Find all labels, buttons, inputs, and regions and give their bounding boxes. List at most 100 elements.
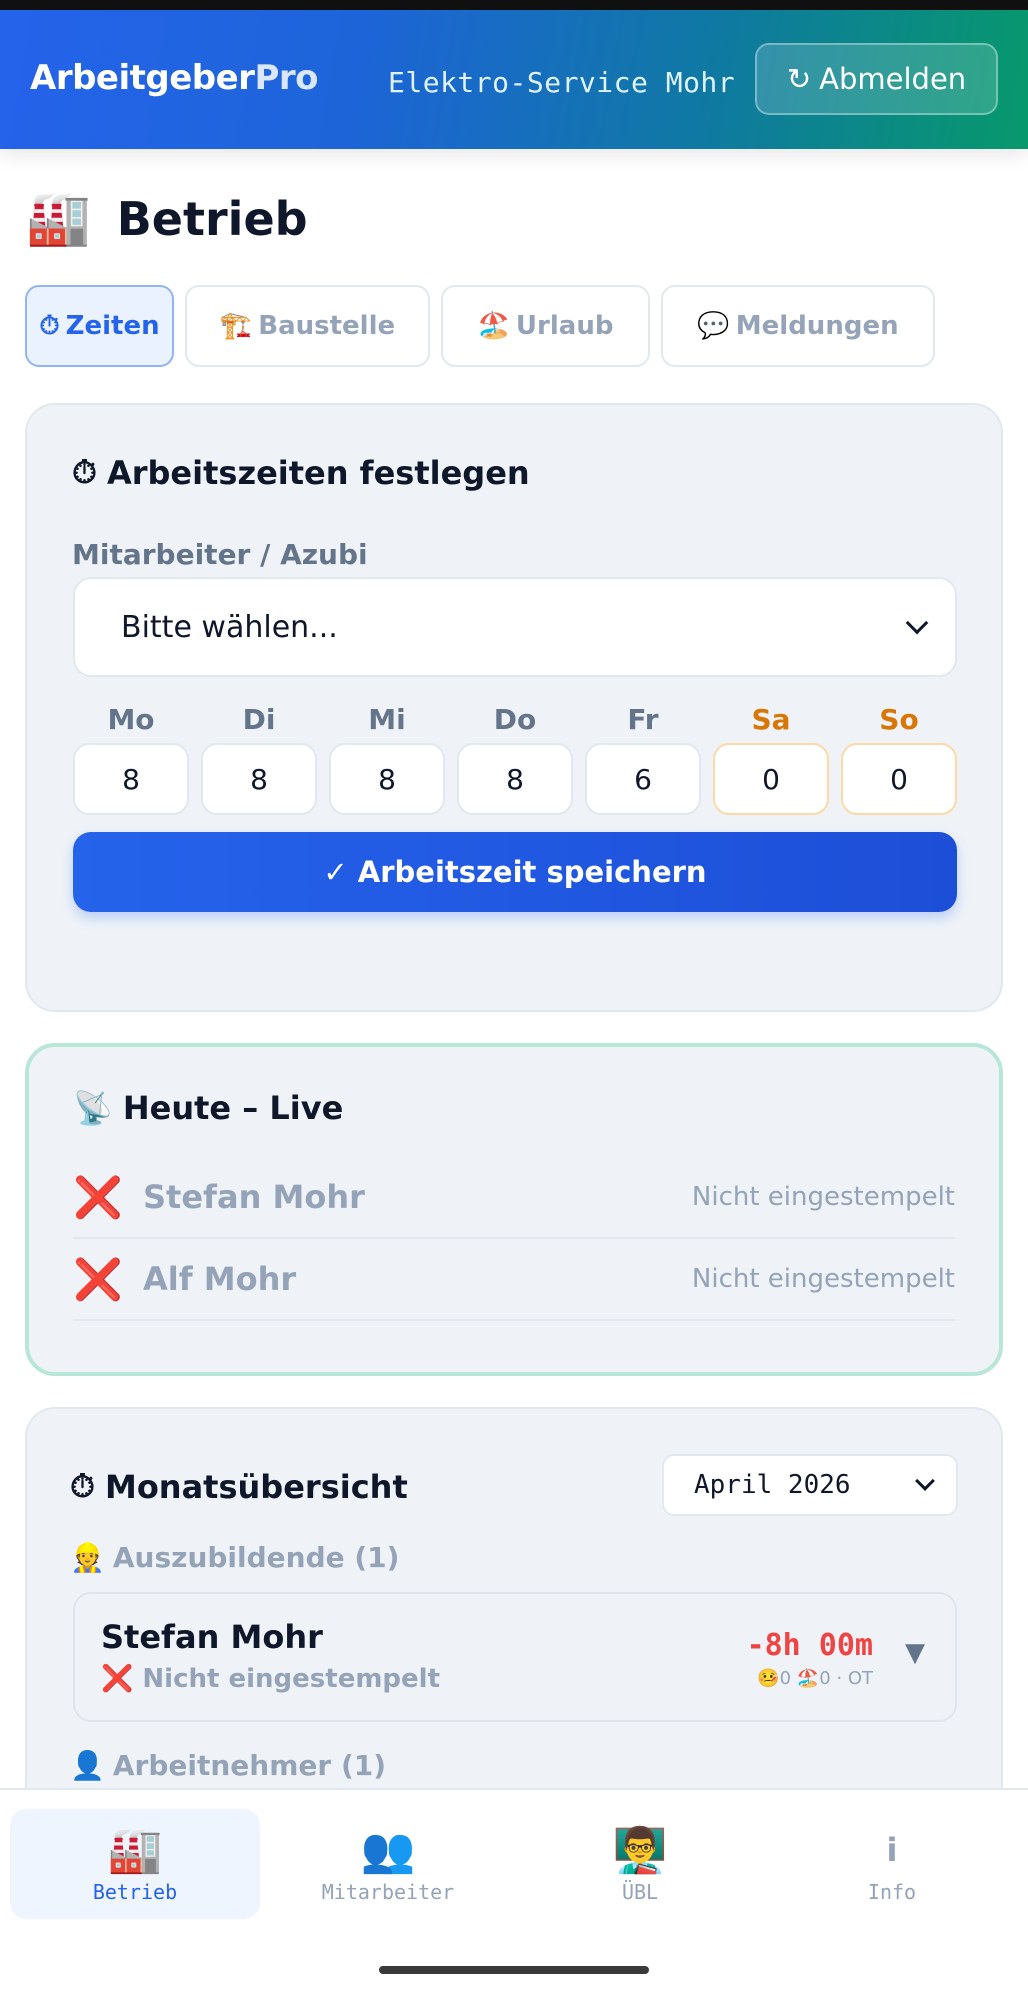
brand-main: Arbeitgeber (30, 58, 255, 98)
speech-bubble-icon: 💬 (697, 311, 730, 341)
live-status: Nicht eingestempelt (691, 1264, 955, 1294)
nav-mitarbeiter[interactable]: 👥 Mitarbeiter (263, 1809, 513, 1919)
tab-label: Zeiten (65, 311, 160, 341)
hours-input-fr[interactable]: 6 (585, 743, 701, 815)
tab-baustelle[interactable]: 🏗️ Baustelle (185, 285, 430, 367)
live-row: ❌ Alf Mohr Nicht eingestempelt (73, 1239, 955, 1321)
cross-icon: ❌ (73, 1174, 123, 1221)
month-select-value: April 2026 (694, 1470, 851, 1500)
status-bar (0, 0, 1028, 10)
live-card: 📡 Heute – Live ❌ Stefan Mohr Nicht einge… (25, 1043, 1003, 1376)
hours-input-di[interactable]: 8 (201, 743, 317, 815)
stopwatch-icon: ⏱ (70, 1467, 95, 1505)
live-title-text: Heute – Live (122, 1089, 344, 1127)
group-label-apprentices: 👷 Auszubildende (1) (70, 1541, 399, 1574)
weekday-hours: Mo 8 Di 8 Mi 8 Do 8 Fr 6 Sa 0 So 0 (73, 703, 957, 815)
teacher-icon: 👨‍🏫 (612, 1825, 668, 1876)
nav-betrieb[interactable]: 🏭 Betrieb (10, 1809, 260, 1919)
chevron-down-icon (915, 1471, 935, 1491)
tab-label: Urlaub (515, 311, 614, 341)
brand-accent: Pro (254, 58, 318, 98)
app-logo[interactable]: ArbeitgeberPro (30, 58, 318, 98)
worktime-title-text: Arbeitszeiten festlegen (106, 453, 530, 492)
group-label-employees: 👤 Arbeitnehmer (1) (70, 1749, 386, 1782)
day-label: Do (493, 703, 537, 736)
logout-icon: ↻ (786, 62, 812, 96)
live-employee-name: Alf Mohr (143, 1260, 297, 1298)
tab-urlaub[interactable]: 🏖️ Urlaub (441, 285, 650, 367)
factory-icon: 🏭 (107, 1825, 163, 1876)
satellite-icon: 📡 (73, 1089, 113, 1127)
live-row: ❌ Stefan Mohr Nicht eingestempelt (73, 1157, 955, 1239)
day-mi: Mi 8 (329, 703, 445, 815)
tab-meldungen[interactable]: 💬 Meldungen (661, 285, 935, 367)
group-label-text: Arbeitnehmer (1) (112, 1749, 387, 1782)
nav-label: ÜBL (621, 1880, 659, 1904)
hours-input-sa[interactable]: 0 (713, 743, 829, 815)
live-status: Nicht eingestempelt (691, 1182, 955, 1212)
tab-label: Meldungen (735, 311, 899, 341)
hours-input-so[interactable]: 0 (841, 743, 957, 815)
employee-name: Stefan Mohr (101, 1618, 323, 1656)
day-label: Mo (107, 703, 155, 736)
tab-label: Baustelle (258, 311, 396, 341)
hours-input-do[interactable]: 8 (457, 743, 573, 815)
save-worktime-button[interactable]: ✓ Arbeitszeit speichern (73, 832, 957, 912)
home-indicator[interactable] (379, 1966, 649, 1974)
employee-summary-card[interactable]: Stefan Mohr ❌ Nicht eingestempelt -8h 00… (73, 1592, 957, 1722)
day-do: Do 8 (457, 703, 573, 815)
absence-badges: 🤒0 🏖️0 · OT (757, 1668, 873, 1689)
worktime-title: ⏱ Arbeitszeiten festlegen (72, 453, 530, 492)
day-label: Mi (368, 703, 406, 736)
live-title: 📡 Heute – Live (73, 1089, 343, 1127)
stopwatch-icon: ⏱ (72, 453, 97, 491)
company-name: Elektro-Service Mohr (388, 66, 736, 99)
nav-info[interactable]: i Info (767, 1809, 1017, 1919)
hours-input-mo[interactable]: 8 (73, 743, 189, 815)
day-fr: Fr 6 (585, 703, 701, 815)
nav-label: Info (867, 1880, 917, 1904)
employee-select[interactable]: Bitte wählen... (73, 577, 957, 677)
employee-select-label: Mitarbeiter / Azubi (72, 538, 368, 571)
employee-select-value: Bitte wählen... (121, 609, 338, 645)
month-title-text: Monatsübersicht (104, 1467, 408, 1506)
expand-toggle-icon[interactable]: ▼ (905, 1638, 925, 1668)
beach-umbrella-icon: 🏖️ (477, 311, 510, 341)
worktime-card: ⏱ Arbeitszeiten festlegen Mitarbeiter / … (25, 403, 1003, 1012)
info-icon: i (886, 1831, 898, 1869)
tab-zeiten[interactable]: ⏱ Zeiten (25, 285, 174, 367)
nav-uebl[interactable]: 👨‍🏫 ÜBL (515, 1809, 765, 1919)
hours-balance: -8h 00m (746, 1628, 873, 1663)
page-title-text: Betrieb (116, 191, 308, 246)
nav-label: Mitarbeiter (321, 1880, 455, 1904)
app-header: ArbeitgeberPro Elektro-Service Mohr ↻ Ab… (0, 10, 1028, 149)
day-sa: Sa 0 (713, 703, 829, 815)
day-mo: Mo 8 (73, 703, 189, 815)
person-icon: 👤 (70, 1749, 105, 1782)
nav-label: Betrieb (92, 1880, 178, 1904)
people-icon: 👥 (360, 1825, 416, 1876)
month-title: ⏱ Monatsübersicht (70, 1467, 408, 1506)
logout-button[interactable]: ↻ Abmelden (755, 43, 998, 115)
employee-status: ❌ Nicht eingestempelt (101, 1664, 441, 1694)
logout-label: Abmelden (819, 62, 967, 96)
factory-icon: 🏭 (26, 189, 91, 249)
month-overview-card: ⏱ Monatsübersicht April 2026 👷 Auszubild… (25, 1407, 1003, 1807)
month-select[interactable]: April 2026 (662, 1454, 958, 1516)
cross-icon: ❌ (73, 1256, 123, 1303)
hours-input-mi[interactable]: 8 (329, 743, 445, 815)
crane-icon: 🏗️ (219, 311, 253, 341)
stopwatch-icon: ⏱ (39, 310, 60, 341)
day-label: Sa (751, 703, 791, 736)
section-tabs: ⏱ Zeiten 🏗️ Baustelle 🏖️ Urlaub 💬 Meldun… (25, 285, 935, 367)
day-label: So (879, 703, 919, 736)
group-label-text: Auszubildende (1) (112, 1541, 400, 1574)
day-so: So 0 (841, 703, 957, 815)
page-title: 🏭 Betrieb (26, 188, 308, 249)
day-label: Fr (627, 703, 659, 736)
day-label: Di (242, 703, 276, 736)
live-employee-name: Stefan Mohr (143, 1178, 365, 1216)
day-di: Di 8 (201, 703, 317, 815)
chevron-down-icon (905, 611, 929, 635)
construction-worker-icon: 👷 (70, 1541, 105, 1574)
